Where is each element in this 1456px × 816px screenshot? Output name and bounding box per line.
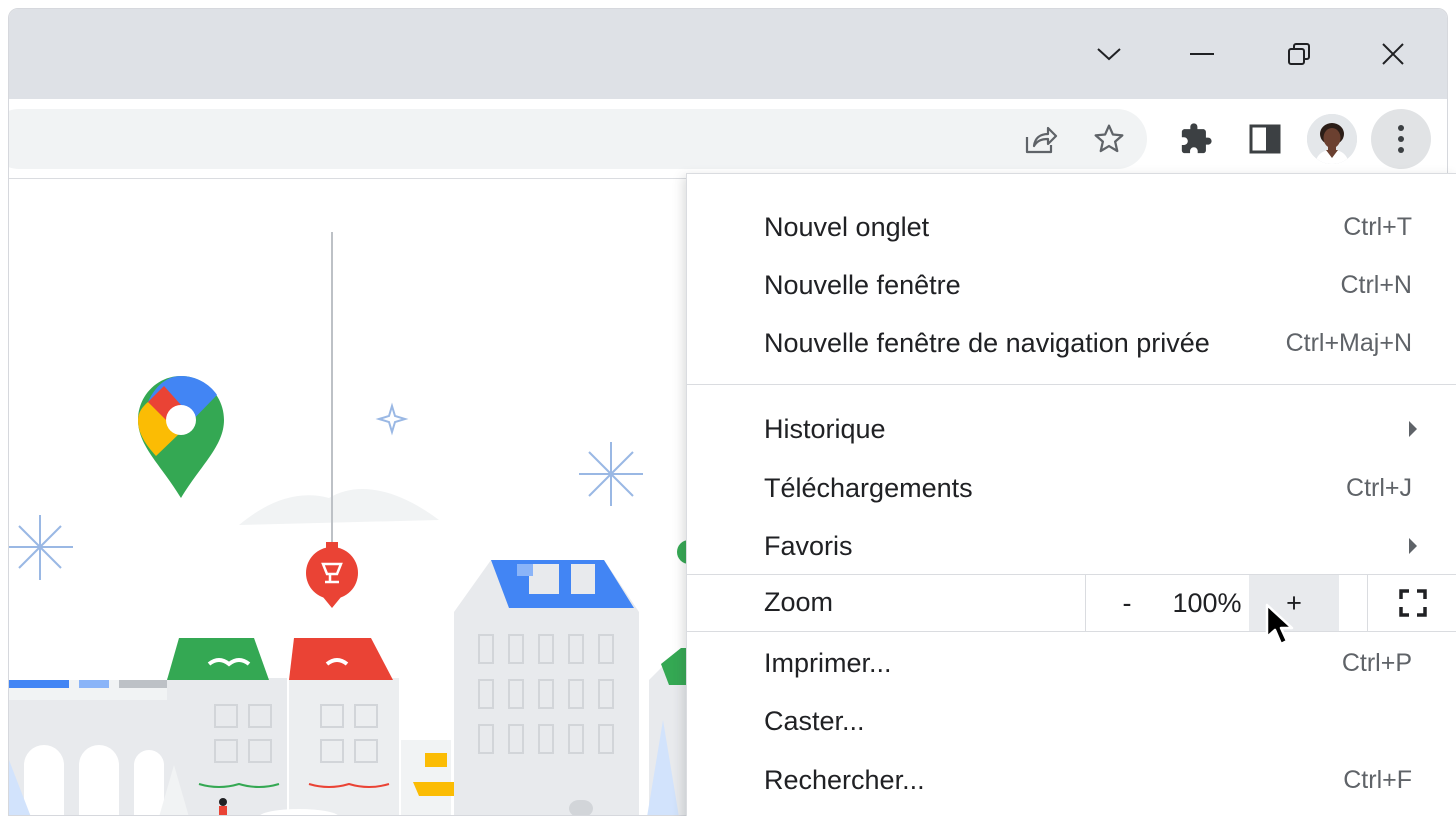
submenu-arrow-icon xyxy=(1409,538,1417,554)
chevron-down-icon xyxy=(1097,48,1121,61)
menu-item-new-window[interactable]: Nouvelle fenêtre Ctrl+N xyxy=(687,256,1456,314)
address-bar[interactable] xyxy=(9,109,1147,169)
zoom-out-button[interactable]: - xyxy=(1087,575,1167,631)
share-icon xyxy=(1025,126,1058,154)
title-bar xyxy=(9,9,1447,99)
side-panel-icon xyxy=(1249,124,1281,154)
more-vert-icon xyxy=(1398,125,1404,153)
menu-item-shortcut: Ctrl+J xyxy=(1346,473,1412,502)
menu-item-label: Imprimer... xyxy=(764,647,892,678)
menu-item-find[interactable]: Rechercher... Ctrl+F xyxy=(687,751,1456,809)
minimize-icon xyxy=(1190,53,1214,55)
zoom-divider xyxy=(1085,575,1086,631)
zoom-label: Zoom xyxy=(764,587,834,617)
minimize-button[interactable] xyxy=(1179,31,1225,77)
tab-search-button[interactable] xyxy=(1086,31,1132,77)
zoom-out-label: - xyxy=(1122,587,1132,618)
menu-item-label: Téléchargements xyxy=(764,472,973,503)
star-icon xyxy=(1094,124,1124,153)
menu-item-shortcut: Ctrl+F xyxy=(1343,765,1412,794)
menu-item-label: Caster... xyxy=(764,705,865,736)
menu-item-shortcut: Ctrl+N xyxy=(1340,270,1412,299)
side-panel-button[interactable] xyxy=(1243,119,1287,159)
extensions-icon xyxy=(1181,123,1212,154)
zoom-level: 100% xyxy=(1167,575,1247,631)
menu-item-label: Historique xyxy=(764,413,886,444)
restore-button[interactable] xyxy=(1276,31,1322,77)
close-icon xyxy=(1382,43,1404,65)
chrome-main-menu: Nouvel onglet Ctrl+T Nouvelle fenêtre Ct… xyxy=(686,173,1456,816)
menu-item-new-incognito-window[interactable]: Nouvelle fenêtre de navigation privée Ct… xyxy=(687,314,1456,372)
menu-item-label: Rechercher... xyxy=(764,764,925,795)
zoom-value: 100% xyxy=(1172,587,1242,618)
menu-item-bookmarks[interactable]: Favoris xyxy=(687,517,1456,575)
share-button[interactable] xyxy=(1019,119,1063,159)
close-button[interactable] xyxy=(1370,31,1416,77)
fullscreen-icon xyxy=(1399,589,1427,617)
menu-item-label: Nouvel onglet xyxy=(764,211,930,242)
maps-winter-illustration xyxy=(9,232,689,815)
zoom-row: Zoom - 100% + xyxy=(687,574,1456,632)
menu-item-label: Nouvelle fenêtre de navigation privée xyxy=(764,327,1210,358)
menu-item-shortcut: Ctrl+T xyxy=(1343,212,1412,241)
menu-item-label: Favoris xyxy=(764,530,853,561)
bookmark-star-button[interactable] xyxy=(1087,119,1131,159)
menu-separator xyxy=(687,384,1456,385)
menu-item-print[interactable]: Imprimer... Ctrl+P xyxy=(687,634,1456,692)
mouse-pointer-icon xyxy=(1265,603,1294,646)
profile-avatar[interactable] xyxy=(1307,114,1357,164)
menu-item-shortcut: Ctrl+Maj+N xyxy=(1285,328,1412,357)
zoom-divider xyxy=(1367,575,1368,631)
menu-item-label: Nouvelle fenêtre xyxy=(764,269,961,300)
menu-item-shortcut: Ctrl+P xyxy=(1341,648,1412,677)
menu-item-history[interactable]: Historique xyxy=(687,400,1456,458)
menu-item-downloads[interactable]: Téléchargements Ctrl+J xyxy=(687,459,1456,517)
browser-toolbar xyxy=(9,99,1447,179)
chrome-menu-button[interactable] xyxy=(1371,109,1431,169)
extensions-button[interactable] xyxy=(1174,119,1218,159)
avatar-image xyxy=(1307,114,1357,164)
submenu-arrow-icon xyxy=(1409,421,1417,437)
fullscreen-button[interactable] xyxy=(1369,575,1456,631)
menu-item-new-tab[interactable]: Nouvel onglet Ctrl+T xyxy=(687,198,1456,256)
maps-pin-icon xyxy=(138,376,224,498)
restore-icon xyxy=(1288,43,1310,65)
menu-item-cast[interactable]: Caster... xyxy=(687,692,1456,750)
